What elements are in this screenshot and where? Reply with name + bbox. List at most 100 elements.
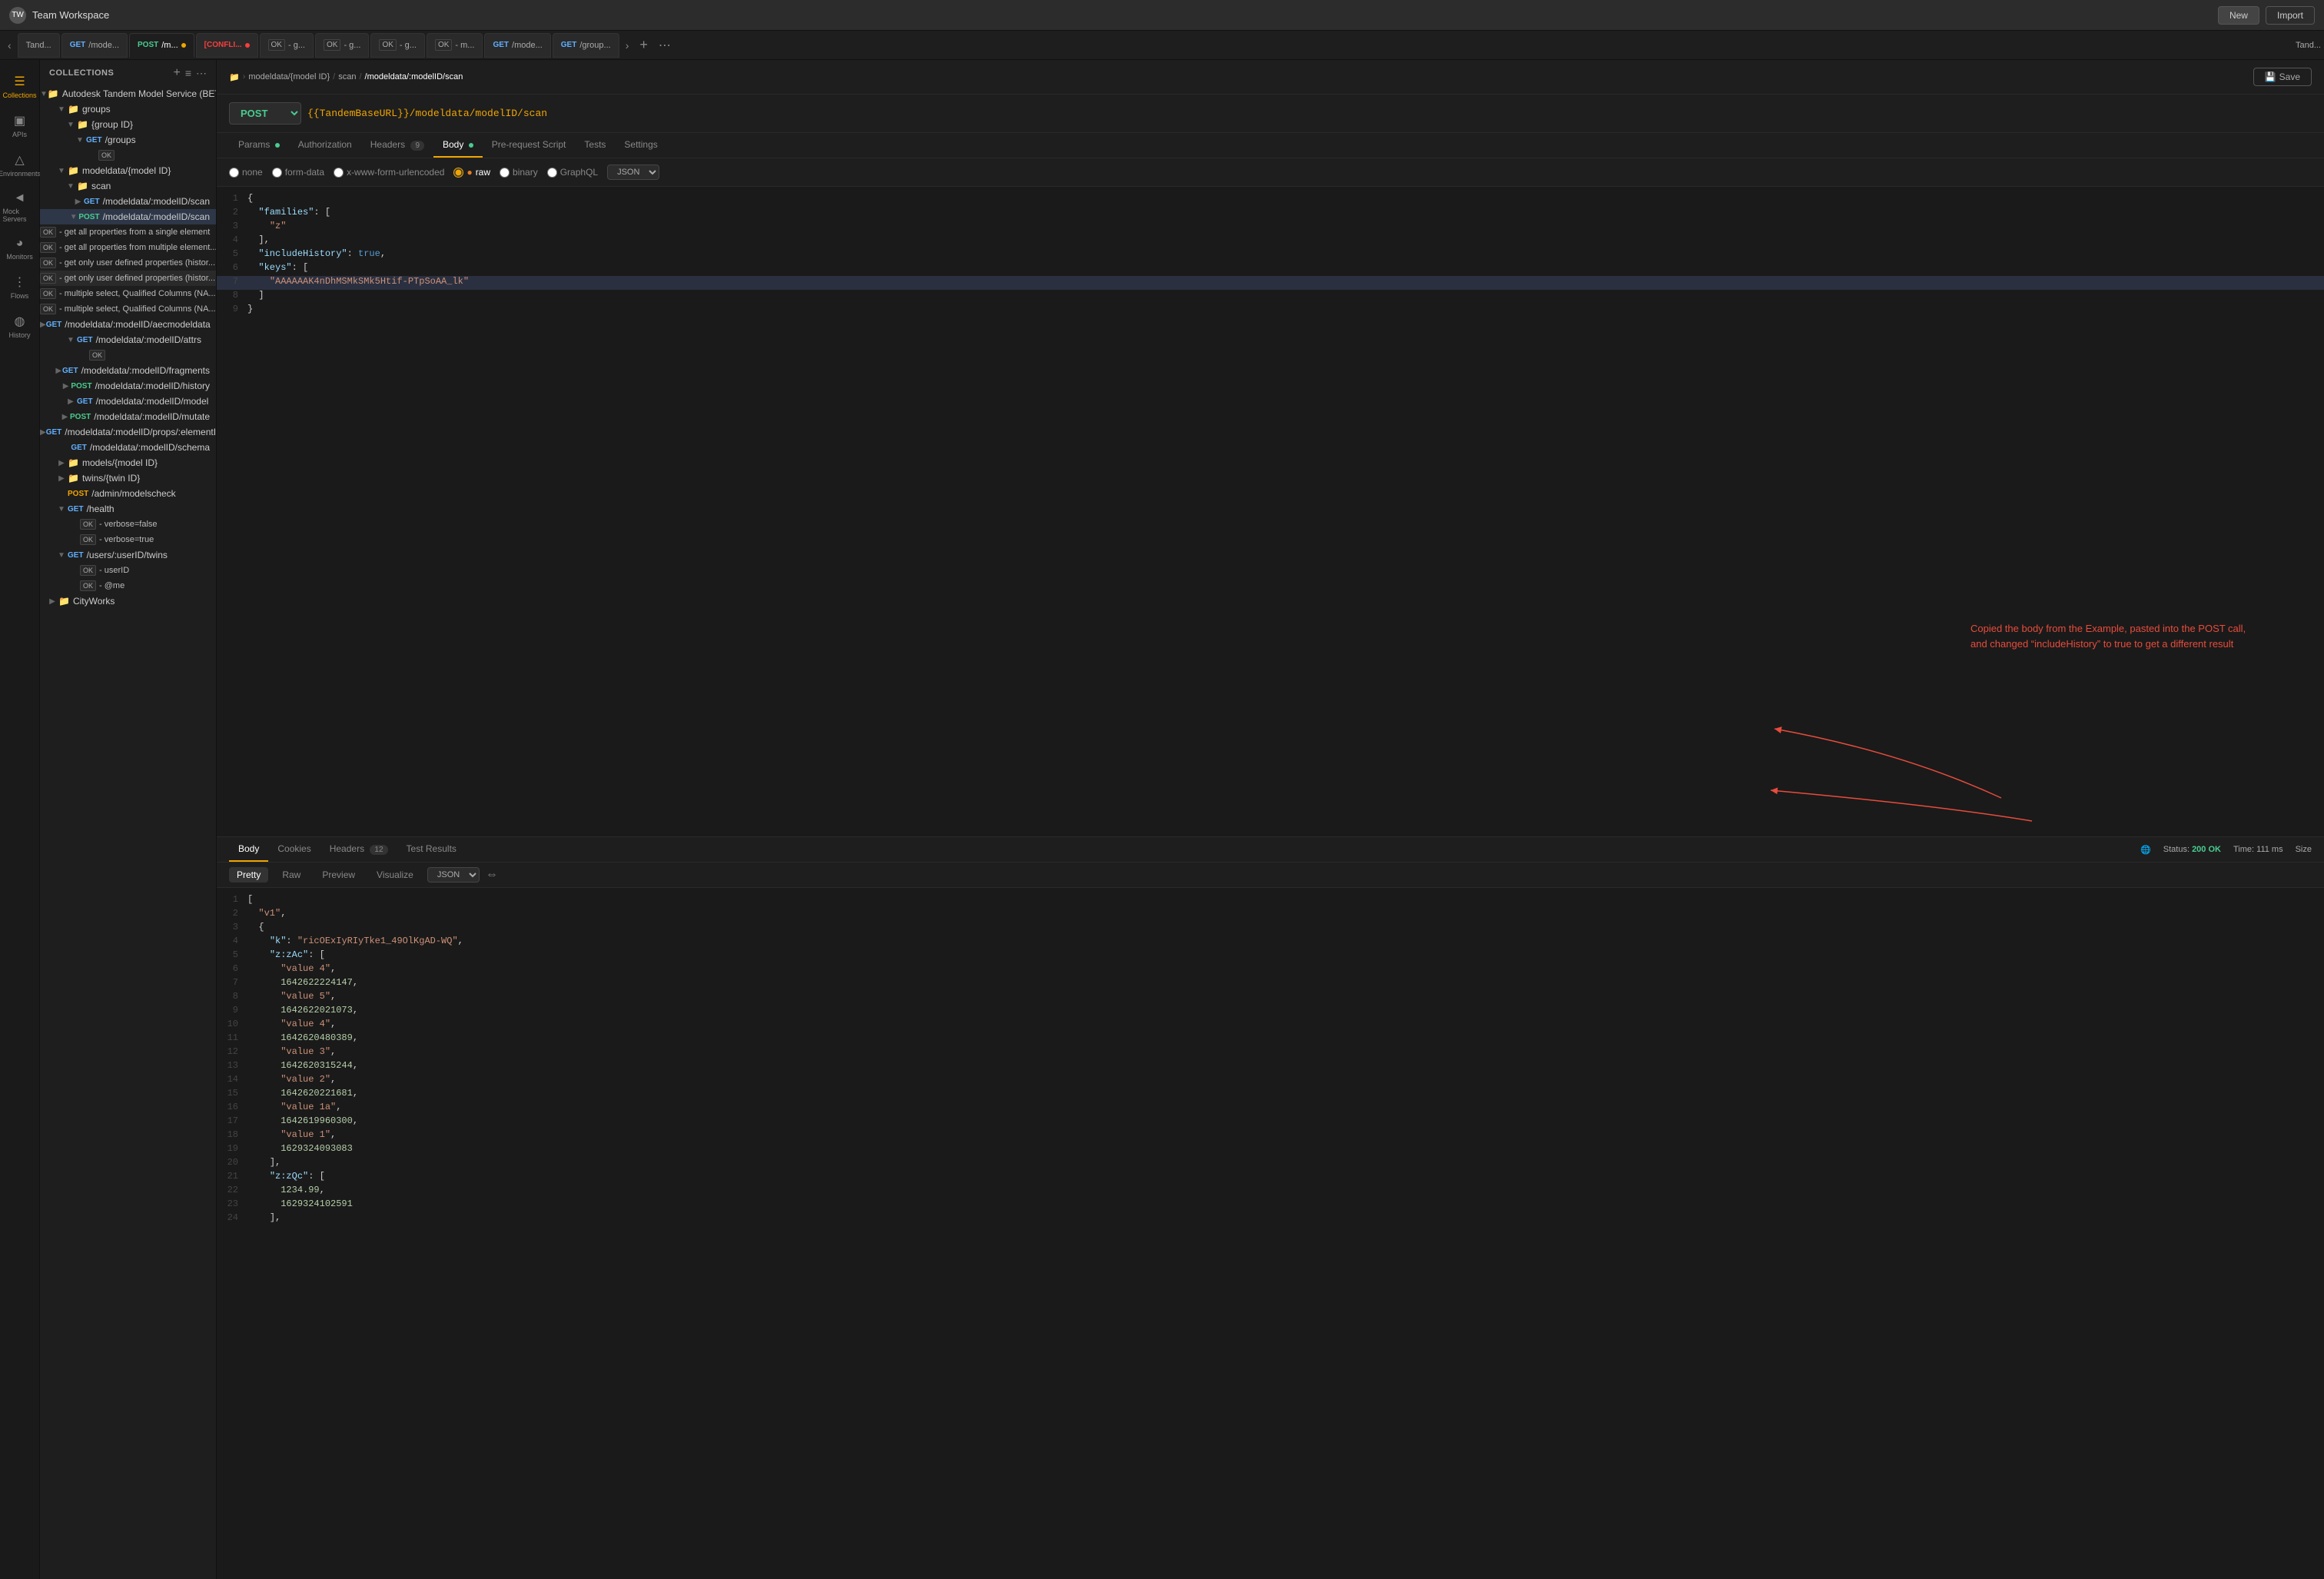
tree-item-get-health[interactable]: ▼ GET /health: [40, 501, 216, 517]
folder-icon: 📁: [68, 104, 79, 115]
tree-item-ok1[interactable]: OK - get all properties from a single el…: [40, 224, 216, 240]
tree-item-get-model[interactable]: ▶ GET /modeldata/:modelID/model: [40, 394, 216, 409]
body-form-data[interactable]: form-data: [272, 167, 324, 178]
tree-item-modeldata[interactable]: ▼ 📁 modeldata/{model ID}: [40, 163, 216, 178]
tree-item-label: - verbose=true: [99, 535, 154, 544]
sidebar-item-collections[interactable]: ☰ Collections: [0, 66, 40, 105]
req-tab-prerequest[interactable]: Pre-request Script: [483, 133, 576, 158]
fmt-pretty-button[interactable]: Pretty: [229, 867, 268, 883]
tree-item-twins[interactable]: ▶ 📁 twins/{twin ID}: [40, 470, 216, 486]
tree-item-scan[interactable]: ▼ 📁 scan: [40, 178, 216, 194]
monitors-icon: ◕: [16, 237, 24, 251]
tree-item-admin-check[interactable]: POST /admin/modelscheck: [40, 486, 216, 501]
tree-item-ok2[interactable]: OK - get all properties from multiple el…: [40, 240, 216, 255]
sidebar-item-flows[interactable]: ⋮ Flows: [0, 267, 40, 306]
method-select[interactable]: POST GET PUT DELETE: [229, 102, 301, 125]
fmt-visualize-button[interactable]: Visualize: [369, 867, 421, 883]
code-line: 8 ]: [217, 290, 2324, 304]
tree-item-ok-me[interactable]: OK - @me: [40, 578, 216, 593]
req-tab-headers[interactable]: Headers 9: [361, 133, 433, 158]
response-format-select[interactable]: JSON: [427, 867, 480, 883]
chevron-right-icon: ▶: [60, 413, 70, 421]
tab-more-button[interactable]: ⋯: [654, 38, 676, 53]
req-tab-params[interactable]: Params: [229, 133, 289, 158]
resp-tab-cookies[interactable]: Cookies: [268, 837, 320, 862]
new-button[interactable]: New: [2218, 6, 2259, 25]
add-collection-button[interactable]: +: [173, 66, 180, 80]
resp-tab-test-results[interactable]: Test Results: [397, 837, 466, 862]
tree-item-ok3[interactable]: OK - get only user defined properties (h…: [40, 255, 216, 271]
wrap-button[interactable]: ⇔: [486, 868, 498, 882]
tree-item-get-fragments[interactable]: ▶ GET /modeldata/:modelID/fragments: [40, 363, 216, 378]
tree-item-groups[interactable]: ▼ 📁 groups: [40, 101, 216, 117]
fmt-preview-button[interactable]: Preview: [314, 867, 363, 883]
right-panel: 📁 › modeldata/{model ID} / scan / /model…: [217, 60, 2324, 1579]
tree-item-ok-userid[interactable]: OK - userID: [40, 563, 216, 578]
tree-item-post-mutate[interactable]: ▶ POST /modeldata/:modelID/mutate: [40, 409, 216, 424]
body-graphql[interactable]: GraphQL: [547, 167, 598, 178]
tree-item-ok-verbose-true[interactable]: OK - verbose=true: [40, 532, 216, 547]
tree-item-group-id[interactable]: ▼ 📁 {group ID}: [40, 117, 216, 132]
sidebar-item-mock[interactable]: ◄ Mock Servers: [0, 184, 40, 229]
collection-options-button[interactable]: ≡: [185, 67, 191, 79]
tab-next-button[interactable]: ›: [621, 36, 634, 55]
tab-ok1[interactable]: OK - g...: [260, 33, 314, 58]
sidebar-item-environments[interactable]: △ Environments: [0, 145, 40, 184]
request-body-editor[interactable]: 1 { 2 "families": [ 3 "z" 4 ], 5: [217, 187, 2324, 836]
tree-item-ok6[interactable]: OK - multiple select, Qualified Columns …: [40, 301, 216, 317]
tab-conflict1[interactable]: [CONFLI...: [196, 33, 258, 58]
tree-item-get-groups[interactable]: ▼ GET /groups: [40, 132, 216, 148]
folder-icon: 📁: [77, 181, 88, 191]
save-button[interactable]: 💾 Save: [2253, 68, 2312, 86]
tree-item-ok4[interactable]: OK - get only user defined properties (h…: [40, 271, 216, 286]
status-label: Status: 200 OK: [2163, 845, 2221, 854]
tree-item-post-history[interactable]: ▶ POST /modeldata/:modelID/history: [40, 378, 216, 394]
tab-tand1[interactable]: Tand...: [18, 33, 60, 58]
req-tab-body[interactable]: Body: [433, 133, 483, 158]
tree-item-get-aec[interactable]: ▶ GET /modeldata/:modelID/aecmodeldata: [40, 317, 216, 332]
body-format-select[interactable]: JSON Text XML: [607, 165, 659, 180]
tree-item-ok-groups[interactable]: OK: [40, 148, 216, 163]
tree-item-ok5[interactable]: OK - multiple select, Qualified Columns …: [40, 286, 216, 301]
sidebar-item-history[interactable]: ◍ History: [0, 306, 40, 345]
resp-tab-body[interactable]: Body: [229, 837, 268, 862]
globe-icon: 🌐: [2140, 845, 2151, 855]
tree-item-models[interactable]: ▶ 📁 models/{model ID}: [40, 455, 216, 470]
tab-prev-button[interactable]: ‹: [3, 36, 16, 55]
tab-post1[interactable]: POST /m...: [129, 33, 194, 58]
tab-ok2[interactable]: OK - g...: [315, 33, 369, 58]
tab-get1[interactable]: GET /mode...: [61, 33, 128, 58]
req-tab-tests[interactable]: Tests: [575, 133, 615, 158]
tree-item-ok-attrs[interactable]: OK: [40, 347, 216, 363]
tree-item-get-users[interactable]: ▼ GET /users/:userID/twins: [40, 547, 216, 563]
tree-item-cityworks[interactable]: ▶ 📁 CityWorks: [40, 593, 216, 609]
sidebar-item-monitors[interactable]: ◕ Monitors: [0, 229, 40, 267]
tree-item-label: /modeldata/:modelID/scan: [103, 211, 210, 222]
resp-tab-headers[interactable]: Headers 12: [320, 837, 397, 862]
tree-item-get-attrs[interactable]: ▼ GET /modeldata/:modelID/attrs: [40, 332, 216, 347]
body-raw[interactable]: ● raw: [453, 167, 490, 178]
tree-item-get-scan[interactable]: ▶ GET /modeldata/:modelID/scan: [40, 194, 216, 209]
tab-ok4[interactable]: OK - m...: [427, 33, 483, 58]
body-binary[interactable]: binary: [500, 167, 538, 178]
tab-get2[interactable]: GET /mode...: [484, 33, 550, 58]
body-urlencoded[interactable]: x-www-form-urlencoded: [334, 167, 444, 178]
tab-ok3[interactable]: OK - g...: [370, 33, 424, 58]
collection-more-button[interactable]: ⋯: [196, 67, 207, 80]
tree-root[interactable]: ▼ 📁 Autodesk Tandem Model Service (BETA): [40, 86, 216, 101]
tree-item-label: - verbose=false: [99, 520, 158, 529]
tree-item-ok-verbose-false[interactable]: OK - verbose=false: [40, 517, 216, 532]
req-tab-settings[interactable]: Settings: [615, 133, 666, 158]
body-none[interactable]: none: [229, 167, 263, 178]
tab-add-button[interactable]: +: [635, 37, 652, 53]
sidebar-item-apis[interactable]: ▣ APIs: [0, 105, 40, 145]
tree-item-get-schema[interactable]: GET /modeldata/:modelID/schema: [40, 440, 216, 455]
tab-label: /group...: [579, 41, 610, 50]
tree-item-get-props[interactable]: ▶ GET /modeldata/:modelID/props/:element…: [40, 424, 216, 440]
import-button[interactable]: Import: [2266, 6, 2315, 25]
req-tab-auth[interactable]: Authorization: [289, 133, 361, 158]
tree-item-post-scan[interactable]: ▼ POST /modeldata/:modelID/scan: [40, 209, 216, 224]
fmt-raw-button[interactable]: Raw: [274, 867, 308, 883]
chevron-right-icon: ▶: [55, 459, 68, 467]
tab-get3[interactable]: GET /group...: [553, 33, 619, 58]
